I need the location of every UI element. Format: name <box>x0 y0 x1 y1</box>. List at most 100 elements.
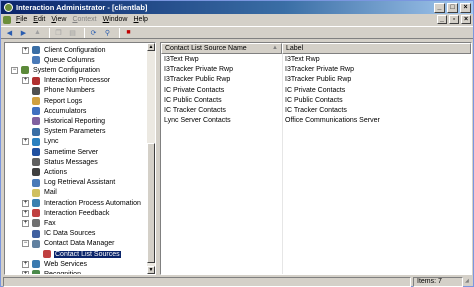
tree-node-icon <box>32 239 40 248</box>
tree-item[interactable]: + Interaction Processor <box>22 76 111 86</box>
table-row[interactable]: I3Text Rwp I3Text Rwp <box>161 55 471 65</box>
doc-restore-button[interactable]: ▫ <box>449 15 459 24</box>
delete-icon[interactable]: ■ <box>123 28 134 38</box>
tree-node-icon <box>32 148 40 156</box>
refresh-icon[interactable]: ⟳ <box>88 28 99 38</box>
table-row[interactable]: I3Tracker Public Rwp I3Tracker Public Rwp <box>161 75 471 85</box>
cell-label: I3Tracker Private Rwp <box>285 66 354 74</box>
tree-scrollbar[interactable]: ▲ ▼ <box>147 43 155 274</box>
tree-item[interactable]: Report Logs <box>22 96 83 106</box>
expand-icon[interactable]: + <box>22 199 29 207</box>
menu-edit[interactable]: Edit <box>30 15 48 25</box>
resize-grip-icon[interactable]: ◢ <box>465 277 473 286</box>
tree-item[interactable]: + Interaction Feedback <box>22 208 110 218</box>
menu-context: Context <box>72 15 97 23</box>
table-row[interactable]: Lync Server Contacts Office Communication… <box>161 116 471 126</box>
expand-icon[interactable]: + <box>22 46 29 54</box>
tree-item-label: Contact List Sources <box>54 250 121 258</box>
collapse-icon[interactable]: − <box>22 240 29 248</box>
menu-bar: File Edit View Context Window Help _ ▫ × <box>1 14 473 25</box>
scroll-up-button[interactable]: ▲ <box>147 43 155 51</box>
maximize-button[interactable]: □ <box>447 2 458 13</box>
copy-icon[interactable]: ❐ <box>53 28 64 38</box>
tree-item[interactable]: Accumulators <box>22 106 87 116</box>
expand-icon[interactable]: + <box>22 270 29 274</box>
scroll-thumb[interactable] <box>147 143 155 263</box>
tree-item[interactable]: Actions <box>22 167 68 177</box>
tree-node-icon <box>32 86 40 95</box>
toolbar-separator <box>119 27 120 38</box>
tree-node-icon <box>32 178 40 187</box>
column-header-name[interactable]: Contact List Source Name ▲ <box>161 43 282 54</box>
main-window: Interaction Administrator - [clientlab] … <box>0 0 474 287</box>
expand-icon[interactable]: + <box>22 209 29 217</box>
up-icon[interactable]: ▲ <box>32 28 43 38</box>
tree-item-label: Web Services <box>44 260 88 268</box>
table-row[interactable]: IC Public Contacts IC Public Contacts <box>161 96 471 106</box>
tree-item-label: Log Retrieval Assistant <box>44 179 116 187</box>
collapse-icon[interactable]: − <box>11 66 18 74</box>
tree-item[interactable]: + Interaction Process Automation <box>22 198 142 208</box>
tree-item-label: Interaction Process Automation <box>44 199 141 207</box>
tree-item[interactable]: Mail <box>22 188 58 198</box>
expand-icon[interactable]: + <box>22 260 29 268</box>
tree-node-icon <box>32 127 40 136</box>
menu-file[interactable]: File <box>13 15 30 25</box>
tree-item[interactable]: Sametime Server <box>22 147 99 157</box>
tree-item[interactable]: − Contact Data Manager <box>22 239 115 249</box>
table-row[interactable]: IC Private Contacts IC Private Contacts <box>161 86 471 96</box>
table-row[interactable]: I3Tracker Private Rwp I3Tracker Private R… <box>161 65 471 75</box>
tree-item[interactable]: Contact List Sources <box>33 249 121 259</box>
expand-icon[interactable]: + <box>22 138 29 146</box>
tree-item[interactable]: IC Data Sources <box>22 229 96 239</box>
cell-source-name: Lync Server Contacts <box>164 117 231 125</box>
tree-node-icon <box>32 76 40 85</box>
tree-item[interactable]: Status Messages <box>22 157 99 167</box>
tree-item[interactable]: Phone Numbers <box>22 86 96 96</box>
scroll-down-button[interactable]: ▼ <box>147 266 155 274</box>
tree-item-label: Accumulators <box>44 107 87 115</box>
tree-item[interactable]: + Fax <box>22 218 57 228</box>
filter-icon[interactable]: ⚲ <box>102 28 113 38</box>
tree-item-label: Contact Data Manager <box>44 240 115 248</box>
expand-icon[interactable]: + <box>22 219 29 227</box>
expand-icon[interactable]: + <box>22 77 29 85</box>
tree-item-label: System Configuration <box>33 66 100 74</box>
cell-source-name: I3Tracker Private Rwp <box>164 66 233 74</box>
minimize-button[interactable]: _ <box>434 2 445 13</box>
menu-help[interactable]: Help <box>130 15 150 25</box>
tree-item-label: Sametime Server <box>44 148 99 156</box>
tree-item[interactable]: Historical Reporting <box>22 116 106 126</box>
title-bar[interactable]: Interaction Administrator - [clientlab] … <box>1 1 473 14</box>
tree-item[interactable]: + Lync <box>22 137 60 147</box>
menu-window[interactable]: Window <box>100 15 131 25</box>
table-row[interactable]: IC Tracker Contacts IC Tracker Contacts <box>161 106 471 116</box>
paste-icon[interactable]: ▤ <box>67 28 78 38</box>
tree-item[interactable]: − System Configuration <box>11 65 101 75</box>
forward-icon[interactable]: ▶ <box>18 28 29 38</box>
cell-source-name: I3Text Rwp <box>164 56 199 63</box>
toolbar-separator <box>49 27 50 38</box>
tree-node-icon <box>32 229 40 238</box>
menu-view[interactable]: View <box>48 15 69 25</box>
tree-item[interactable]: + Web Services <box>22 259 88 269</box>
tree-item[interactable]: + Client Configuration <box>22 45 106 55</box>
doc-minimize-button[interactable]: _ <box>437 15 447 24</box>
tree-item[interactable]: System Parameters <box>22 127 106 137</box>
close-button[interactable]: × <box>460 2 471 13</box>
tree-item[interactable]: Log Retrieval Assistant <box>22 178 116 188</box>
tree-item-label: IC Data Sources <box>44 230 96 238</box>
column-header-label[interactable]: Label <box>282 43 471 54</box>
tree-item[interactable]: Queue Columns <box>22 55 96 65</box>
doc-close-button[interactable]: × <box>461 15 471 24</box>
tree-item[interactable]: + Recognition <box>22 269 82 274</box>
back-icon[interactable]: ◀ <box>4 28 15 38</box>
document-menu-icon[interactable] <box>3 15 11 24</box>
tree-node-icon <box>21 66 29 75</box>
tree-item-label: Fax <box>44 219 56 227</box>
